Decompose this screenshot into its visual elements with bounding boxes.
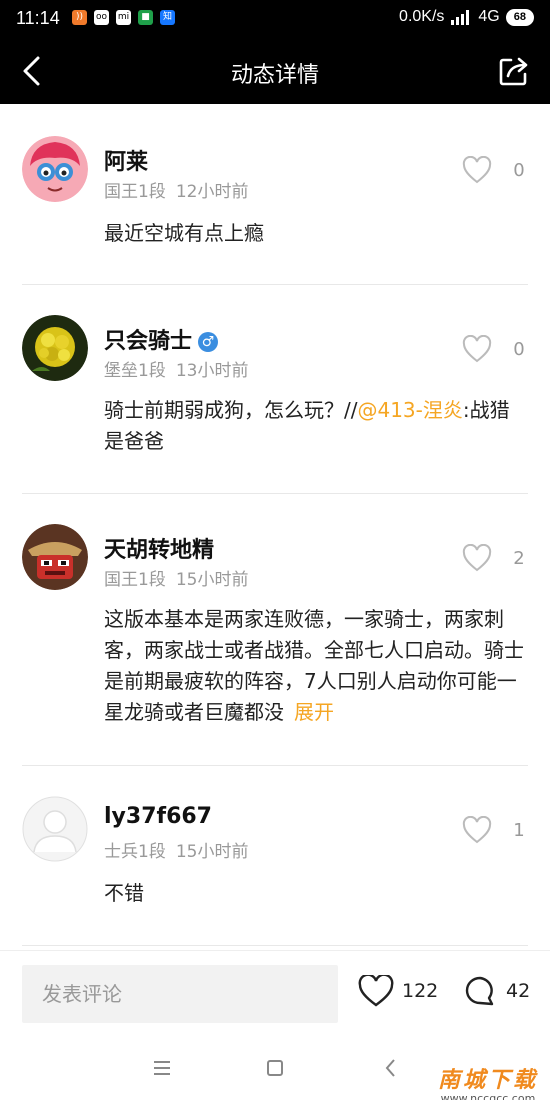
status-right: 0.0K/s 4G 68 — [399, 8, 534, 26]
user-meta: 士兵1段 15小时前 — [104, 837, 248, 862]
username[interactable]: 只会骑士 ♂ — [104, 323, 219, 355]
zhihu-icon: 知 — [160, 10, 175, 25]
username-text: 只会骑士 — [104, 329, 193, 354]
share-button[interactable] — [498, 55, 530, 87]
network-speed: 0.0K/s — [399, 8, 445, 25]
comment-item: 阿莱 国王1段 12小时前 0 最近空城有点上瘾 — [22, 104, 528, 285]
comment-text: 骑士前期弱成狗，怎么玩？//@413-涅炎:战猎是爸爸 — [104, 395, 528, 457]
like-button[interactable]: 0 — [462, 156, 528, 184]
avatar[interactable] — [22, 796, 88, 862]
post-comment-count: 42 — [506, 980, 531, 1002]
system-back-button[interactable] — [377, 1054, 405, 1082]
network-type: 4G — [478, 8, 500, 25]
like-post-button[interactable]: 122 — [358, 975, 438, 1007]
menu-icon — [154, 1061, 170, 1075]
battery-icon: 68 — [505, 8, 534, 26]
user-rank: 国王1段 — [104, 182, 166, 202]
comment-item: 天胡转地精 国王1段 15小时前 2 这版本基本是两家连败德，一家骑士，两家刺客，… — [22, 494, 528, 766]
user-meta: 国王1段 15小时前 — [104, 565, 248, 590]
page-title: 动态详情 — [230, 63, 319, 88]
comment-list[interactable]: 阿莱 国王1段 12小时前 0 最近空城有点上瘾 只会骑士 ♂ 堡垒1段 13小… — [0, 104, 550, 950]
mi-icon: mi — [116, 10, 131, 25]
user-meta: 国王1段 12小时前 — [104, 177, 248, 202]
time-ago: 12小时前 — [175, 182, 249, 202]
time-ago: 15小时前 — [175, 570, 249, 590]
heart-icon — [462, 544, 492, 572]
vr-icon: oo — [94, 10, 109, 25]
heart-icon — [462, 335, 492, 363]
user-rank: 堡垒1段 — [104, 361, 166, 381]
watermark: 南城下载 www.nccgcc.com — [438, 1062, 538, 1100]
time-ago: 13小时前 — [175, 361, 249, 381]
comment-text: 不错 — [104, 881, 144, 905]
comment-text: 最近空城有点上瘾 — [104, 221, 264, 245]
cartoon-avatar-icon — [22, 136, 88, 202]
username[interactable]: 阿莱 — [104, 144, 148, 176]
status-time: 11:14 — [16, 8, 60, 28]
share-icon — [499, 57, 528, 86]
menu-button[interactable] — [148, 1054, 176, 1082]
watermark-logo: 南城下载 — [437, 1068, 538, 1093]
character-avatar-icon — [22, 524, 88, 590]
male-icon: ♂ — [198, 332, 219, 352]
username[interactable]: ly37f667 — [104, 804, 212, 829]
default-avatar-icon — [22, 796, 88, 862]
avatar[interactable] — [22, 315, 88, 381]
back-arrow-icon — [385, 1059, 395, 1077]
mention-link[interactable]: @413-涅炎 — [357, 398, 462, 422]
rss-icon: )) — [72, 10, 87, 25]
comment-bubble-icon — [465, 976, 494, 1006]
bottom-action-bar: 发表评论 122 42 — [0, 950, 550, 1034]
square-home-icon — [267, 1060, 283, 1076]
comment-item: ly37f667 士兵1段 15小时前 1 不错 — [22, 766, 528, 946]
heart-icon — [358, 975, 394, 1007]
flower-avatar-icon — [22, 315, 88, 381]
comment-text: 这版本基本是两家连败德，一家骑士，两家刺客，两家战士或者战猎。全部七人口启动。骑… — [104, 604, 528, 728]
like-count: 1 — [513, 819, 525, 841]
username[interactable]: 天胡转地精 — [104, 532, 214, 564]
like-count: 0 — [513, 159, 525, 181]
time-ago: 15小时前 — [175, 842, 249, 862]
comment-input[interactable]: 发表评论 — [22, 965, 338, 1023]
watermark-url: www.nccgcc.com — [440, 1092, 536, 1100]
notification-icons: )) oo mi ■ 知 — [72, 10, 175, 25]
home-button[interactable] — [261, 1054, 289, 1082]
app-icon: ■ — [138, 10, 153, 25]
avatar[interactable] — [22, 136, 88, 202]
like-button[interactable]: 1 — [462, 816, 528, 844]
heart-icon — [462, 816, 492, 844]
heart-icon — [462, 156, 492, 184]
expand-link[interactable]: 展开 — [294, 700, 334, 724]
title-bar: 动态详情 — [0, 38, 550, 104]
user-rank: 士兵1段 — [104, 842, 166, 862]
user-rank: 国王1段 — [104, 570, 166, 590]
like-count: 0 — [513, 338, 525, 360]
like-button[interactable]: 0 — [462, 335, 528, 363]
like-button[interactable]: 2 — [462, 544, 528, 572]
like-count: 2 — [513, 547, 525, 569]
signal-icon — [451, 10, 470, 25]
post-like-count: 122 — [402, 980, 439, 1002]
comment-item: 只会骑士 ♂ 堡垒1段 13小时前 0 骑士前期弱成狗，怎么玩？//@413-涅炎:… — [22, 285, 528, 494]
comment-post-button[interactable]: 42 — [464, 975, 530, 1007]
comment-text-start: 骑士前期弱成狗，怎么玩？// — [104, 398, 358, 422]
user-meta: 堡垒1段 13小时前 — [104, 356, 248, 381]
status-bar: 11:14 )) oo mi ■ 知 0.0K/s 4G 68 — [0, 0, 550, 38]
avatar[interactable] — [22, 524, 88, 590]
